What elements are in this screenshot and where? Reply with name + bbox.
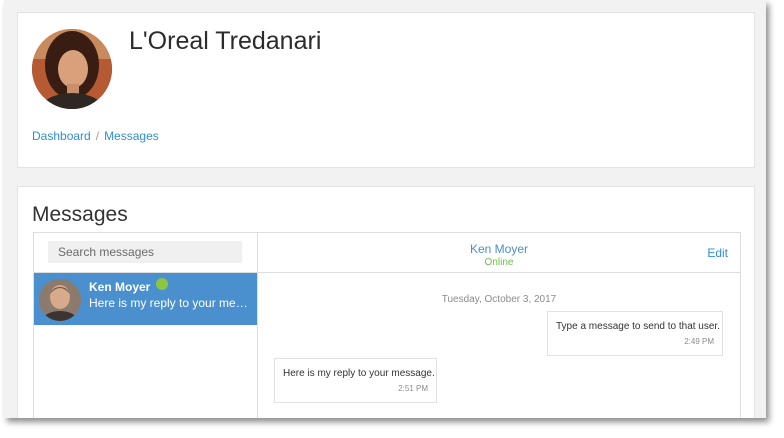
message-time: 2:49 PM — [684, 337, 714, 346]
contact-name: Ken Moyer — [89, 280, 151, 294]
breadcrumb-separator: / — [95, 129, 100, 143]
message-text: Type a message to send to that user. — [556, 321, 720, 332]
message-sent: Type a message to send to that user. 2:4… — [547, 311, 723, 356]
conversation-status: Online — [484, 257, 514, 268]
app-window: L'Oreal Tredanari Dashboard / Messages Mes… — [4, 0, 766, 418]
breadcrumb-dashboard-link[interactable]: Dashboard — [32, 129, 91, 143]
messaging-panel: Ken Moyer Here is my reply to your messa… — [33, 232, 741, 418]
messages-card: Messages Ken Moyer — [17, 186, 755, 418]
edit-button[interactable]: Edit — [707, 246, 728, 260]
profile-header: L'Oreal Tredanari Dashboard / Messages — [17, 12, 755, 168]
search-input[interactable] — [48, 241, 242, 263]
profile-name: L'Oreal Tredanari — [129, 27, 322, 55]
breadcrumb-messages-link[interactable]: Messages — [104, 129, 159, 143]
breadcrumb: Dashboard / Messages — [32, 129, 159, 143]
messages-title: Messages — [32, 203, 128, 226]
contacts-column: Ken Moyer Here is my reply to your messa… — [34, 233, 258, 418]
conversation-contact-name: Ken Moyer — [469, 242, 529, 256]
profile-avatar — [32, 29, 112, 109]
conversation-column: Ken Moyer Online Edit Tuesday, October 3… — [258, 233, 740, 418]
user-photo-icon — [39, 279, 81, 321]
conversation-date: Tuesday, October 3, 2017 — [441, 294, 557, 305]
conversation-header: Ken Moyer Online Edit — [258, 233, 740, 273]
message-received: Here is my reply to your message. 2:51 P… — [274, 358, 437, 403]
user-photo-icon — [32, 29, 112, 109]
contact-avatar — [39, 279, 81, 321]
contact-last-message: Here is my reply to your message. — [89, 296, 251, 310]
online-status-icon — [156, 278, 168, 290]
message-time: 2:51 PM — [398, 384, 428, 393]
message-text: Here is my reply to your message. — [283, 368, 435, 379]
contact-item-ken-moyer[interactable]: Ken Moyer Here is my reply to your messa… — [34, 273, 257, 325]
search-bar — [34, 233, 257, 273]
